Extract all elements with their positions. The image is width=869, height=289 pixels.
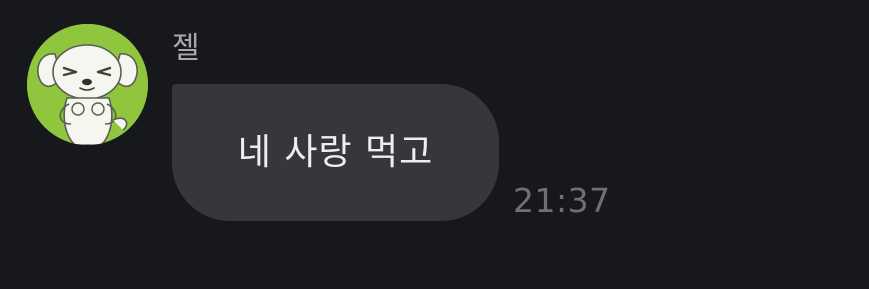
sender-avatar[interactable] bbox=[27, 24, 148, 145]
message-bubble[interactable]: 네 사랑 먹고 bbox=[172, 84, 499, 221]
message-text: 네 사랑 먹고 bbox=[237, 131, 434, 173]
chat-message-row: 젤 네 사랑 먹고 21:37 bbox=[0, 0, 869, 289]
puppy-avatar-icon bbox=[27, 24, 148, 145]
message-timestamp: 21:37 bbox=[513, 181, 611, 220]
sender-name: 젤 bbox=[172, 31, 201, 66]
